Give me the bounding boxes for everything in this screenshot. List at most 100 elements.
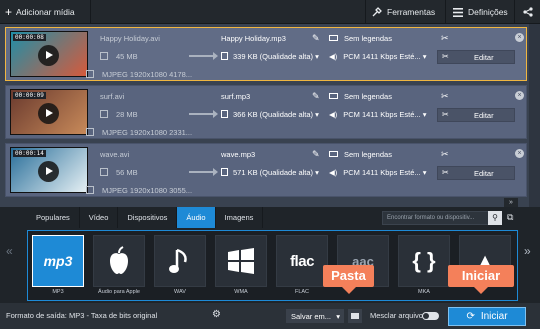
gear-icon[interactable]: ⚙	[212, 309, 221, 320]
output-size-dropdown[interactable]: 366 KB (Qualidade alta) ▾	[221, 110, 319, 119]
save-to-label: Salvar em...	[291, 312, 332, 321]
edit-label: Editar	[474, 111, 494, 120]
speaker-icon: ◀)	[329, 52, 338, 61]
audio-track-dropdown[interactable]: ◀) PCM 1411 Kbps Esté... ▾	[329, 168, 427, 177]
close-icon[interactable]: ×	[515, 91, 524, 100]
folder-icon[interactable]	[348, 309, 362, 323]
pencil-icon[interactable]: ✎	[312, 149, 320, 160]
source-file-size: 45 MB	[100, 52, 138, 61]
output-file-name: Happy Holiday.mp3	[221, 34, 286, 43]
formats-prev-arrow[interactable]: «	[6, 244, 13, 258]
source-codec: MJPEG 1920x1080 3055...	[86, 186, 192, 195]
settings-label: Definições	[468, 7, 508, 17]
format-label: MP3	[52, 289, 64, 295]
video-icon	[86, 186, 94, 194]
list-scrollbar[interactable]	[529, 24, 540, 207]
tools-button[interactable]: Ferramentas	[372, 0, 435, 24]
audio-text: PCM 1411 Kbps Esté...	[343, 52, 421, 61]
share-icon	[523, 7, 533, 17]
speaker-icon: ◀)	[329, 110, 338, 119]
format-tile[interactable]: mp3 MP3	[30, 235, 88, 298]
chevron-down-icon: ▾	[422, 52, 427, 61]
file-row[interactable]: 00:00:08 Happy Holiday.avi 45 MB MJPEG 1…	[5, 27, 527, 81]
toolbar-divider	[365, 0, 366, 24]
settings-button[interactable]: Definições	[453, 0, 508, 24]
tab-dispositivos[interactable]: Dispositivos	[118, 207, 178, 228]
subtitles-dropdown[interactable]: Sem legendas	[329, 34, 392, 43]
format-label: Áudio para Apple	[98, 289, 140, 295]
merge-files-toggle[interactable]	[422, 312, 439, 320]
subtitles-dropdown[interactable]: Sem legendas	[329, 92, 392, 101]
scissors-icon[interactable]: ✂	[441, 91, 449, 102]
close-icon[interactable]: ×	[515, 149, 524, 158]
output-file-name: surf.mp3	[221, 92, 251, 101]
toolbar-divider	[445, 0, 446, 24]
file-row[interactable]: 00:00:14 wave.avi 56 MB MJPEG 1920x1080 …	[5, 143, 527, 197]
file-icon	[100, 168, 108, 176]
output-size-dropdown[interactable]: 339 KB (Qualidade alta) ▾	[221, 52, 319, 61]
format-search-placeholder: Encontrar formato ou dispositiv...	[387, 215, 475, 221]
scissors-icon[interactable]: ✂	[441, 149, 449, 160]
edit-button[interactable]: ✂ Editar	[437, 166, 515, 180]
start-button[interactable]: ⟳ Iniciar	[448, 307, 526, 326]
edit-label: Editar	[474, 53, 494, 62]
close-icon[interactable]: ×	[515, 33, 524, 42]
search-icon[interactable]: ⚲	[488, 211, 502, 225]
output-file-name: wave.mp3	[221, 150, 256, 159]
audio-track-dropdown[interactable]: ◀) PCM 1411 Kbps Esté... ▾	[329, 110, 427, 119]
file-icon	[221, 110, 228, 118]
format-tile[interactable]: Áudio para Apple	[91, 235, 149, 298]
video-thumbnail[interactable]: 00:00:08	[10, 31, 88, 77]
pencil-icon[interactable]: ✎	[312, 33, 320, 44]
share-button[interactable]	[523, 0, 538, 24]
mp3-icon: mp3	[32, 235, 84, 287]
format-tile[interactable]: WAV	[152, 235, 210, 298]
file-row[interactable]: 00:00:09 surf.avi 28 MB MJPEG 1920x1080 …	[5, 85, 527, 139]
source-size-text: 45 MB	[116, 52, 138, 61]
merge-files-label: Mesclar arquivos	[370, 311, 427, 320]
save-to-dropdown[interactable]: Salvar em... ▾	[286, 309, 344, 323]
add-media-label: Adicionar mídia	[16, 7, 75, 17]
subtitles-dropdown[interactable]: Sem legendas	[329, 150, 392, 159]
add-media-button[interactable]: + Adicionar mídia	[0, 0, 75, 24]
format-gallery: mp3 MP3 Áudio para Apple WAV WMA flac FLA…	[27, 230, 518, 301]
tab-imagens[interactable]: Imagens	[216, 207, 264, 228]
refresh-icon: ⟳	[466, 311, 475, 322]
output-size-dropdown[interactable]: 571 KB (Qualidade alta) ▾	[221, 168, 319, 177]
tools-icon	[372, 7, 382, 17]
tab-audio[interactable]: Áudio	[177, 207, 216, 228]
scissors-icon[interactable]: ✂	[441, 33, 449, 44]
video-icon	[86, 128, 94, 136]
play-icon[interactable]	[38, 103, 59, 124]
output-size-text: 571 KB (Qualidade alta)	[233, 168, 314, 177]
format-tile[interactable]: WMA	[213, 235, 271, 298]
source-size-text: 56 MB	[116, 168, 138, 177]
subtitles-text: Sem legendas	[344, 150, 392, 159]
source-file-name: Happy Holiday.avi	[100, 34, 160, 43]
folder-callout-text: Pasta	[331, 268, 366, 283]
detect-device-icon[interactable]: ⧉	[507, 212, 513, 223]
windows-icon	[215, 235, 267, 287]
play-icon[interactable]	[38, 45, 59, 66]
tab-populares[interactable]: Populares	[27, 207, 80, 228]
video-icon	[86, 70, 94, 78]
format-tile[interactable]: { } MKA	[396, 235, 454, 298]
edit-button[interactable]: ✂ Editar	[437, 108, 515, 122]
scissors-icon: ✂	[442, 168, 449, 177]
edit-button[interactable]: ✂ Editar	[437, 50, 515, 64]
format-label: WMA	[234, 289, 248, 295]
play-icon[interactable]	[38, 161, 59, 182]
video-thumbnail[interactable]: 00:00:09	[10, 89, 88, 135]
collapse-panel-button[interactable]: »	[504, 198, 518, 207]
chevron-down-icon: ▾	[422, 110, 427, 119]
pencil-icon[interactable]: ✎	[312, 91, 320, 102]
source-file-name: surf.avi	[100, 92, 125, 101]
mka-icon: { }	[398, 235, 450, 287]
top-toolbar: + Adicionar mídia Ferramentas Definições	[0, 0, 540, 24]
tab-video[interactable]: Vídeo	[80, 207, 119, 228]
video-thumbnail[interactable]: 00:00:14	[10, 147, 88, 193]
format-search-input[interactable]: Encontrar formato ou dispositiv... ⚲	[382, 211, 502, 225]
audio-track-dropdown[interactable]: ◀) PCM 1411 Kbps Esté... ▾	[329, 52, 427, 61]
source-codec-text: MJPEG 1920x1080 4178...	[102, 70, 193, 79]
formats-next-arrow[interactable]: »	[524, 244, 531, 258]
